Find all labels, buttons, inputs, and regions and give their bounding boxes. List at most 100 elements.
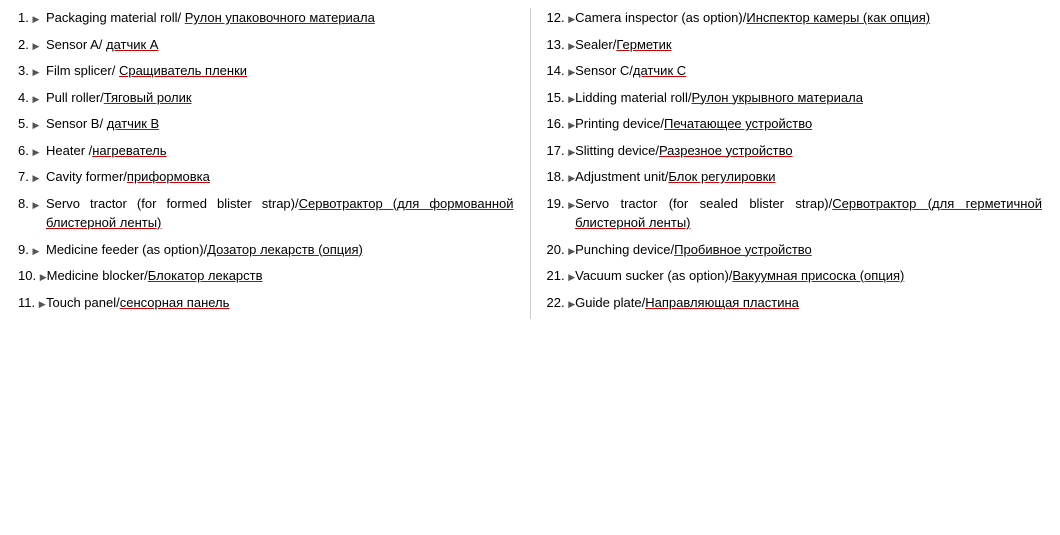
item-ru-text: Герметик <box>616 37 671 52</box>
item-content: Lidding material roll/Рулон укрывного ма… <box>575 88 1042 108</box>
right-column: 12. ▶Camera inspector (as option)/Инспек… <box>531 8 1051 319</box>
item-en-text: Printing device/ <box>575 116 664 131</box>
item-en-text: Camera inspector (as option)/ <box>575 10 746 25</box>
list-item: 13. ▶Sealer/Герметик <box>547 35 1043 55</box>
list-item: 19. ▶Servo tractor (for sealed blister s… <box>547 194 1043 233</box>
item-ru-text: Рулон упаковочного материала <box>185 10 375 25</box>
item-number: 13. ▶ <box>547 35 576 55</box>
item-en-text: Medicine feeder (as option)/ <box>46 242 207 257</box>
item-en-text: Pull roller/ <box>46 90 104 105</box>
list-item: 15. ▶Lidding material roll/Рулон укрывно… <box>547 88 1043 108</box>
item-content: Sensor A/ датчик А <box>46 35 514 55</box>
item-number: 7. ▶ <box>18 167 46 187</box>
item-ru-text: Блок регулировки <box>668 169 775 184</box>
item-ru-text: Печатающее устройство <box>664 116 812 131</box>
item-en-text: Servo tractor (for sealed blister strap)… <box>575 196 832 211</box>
item-en-text: Lidding material roll/ <box>575 90 691 105</box>
left-column: 1. ▶Packaging material roll/ Рулон упако… <box>10 8 531 319</box>
item-ru-text: Дозатор лекарств (опция) <box>207 242 363 257</box>
item-ru-text: датчик В <box>107 116 160 131</box>
item-number: 1. ▶ <box>18 8 46 28</box>
list-item: 16. ▶Printing device/Печатающее устройст… <box>547 114 1043 134</box>
item-content: Sensor B/ датчик В <box>46 114 514 134</box>
item-content: Punching device/Пробивное устройство <box>575 240 1042 260</box>
list-item: 20. ▶Punching device/Пробивное устройств… <box>547 240 1043 260</box>
item-number: 14. ▶ <box>547 61 576 81</box>
list-item: 11. ▶Touch panel/сенсорная панель <box>18 293 514 313</box>
list-item: 4. ▶Pull roller/Тяговый ролик <box>18 88 514 108</box>
item-ru-text: сенсорная панель <box>120 295 230 310</box>
item-number: 19. ▶ <box>547 194 576 214</box>
item-ru-text: датчик С <box>633 63 686 78</box>
item-ru-text: Вакуумная присоска (опция) <box>732 268 904 283</box>
item-content: Touch panel/сенсорная панель <box>46 293 514 313</box>
item-number: 8. ▶ <box>18 194 46 214</box>
item-en-text: Punching device/ <box>575 242 674 257</box>
item-ru-text: Рулон укрывного материала <box>691 90 862 105</box>
list-item: 10. ▶Medicine blocker/Блокатор лекарств <box>18 266 514 286</box>
item-en-text: Heater / <box>46 143 92 158</box>
item-ru-text: нагреватель <box>92 143 166 158</box>
item-number: 17. ▶ <box>547 141 576 161</box>
item-content: Cavity former/приформовка <box>46 167 514 187</box>
item-content: Camera inspector (as option)/Инспектор к… <box>575 8 1042 28</box>
item-content: Printing device/Печатающее устройство <box>575 114 1042 134</box>
list-item: 22. ▶Guide plate/Направляющая пластина <box>547 293 1043 313</box>
item-en-text: Servo tractor (for formed blister strap)… <box>46 196 299 211</box>
item-content: Packaging material roll/ Рулон упаковочн… <box>46 8 514 28</box>
item-number: 15. ▶ <box>547 88 576 108</box>
item-ru-text: датчик А <box>106 37 159 52</box>
item-ru-text: Разрезное устройство <box>659 143 793 158</box>
list-item: 3. ▶Film splicer/ Сращиватель пленки <box>18 61 514 81</box>
item-number: 18. ▶ <box>547 167 576 187</box>
item-ru-text: Сращиватель пленки <box>119 63 247 78</box>
item-en-text: Adjustment unit/ <box>575 169 668 184</box>
item-ru-text: Пробивное устройство <box>674 242 812 257</box>
item-content: Medicine feeder (as option)/Дозатор лека… <box>46 240 514 260</box>
list-item: 18. ▶Adjustment unit/Блок регулировки <box>547 167 1043 187</box>
item-content: Vacuum sucker (as option)/Вакуумная прис… <box>575 266 1042 286</box>
item-number: 21. ▶ <box>547 266 576 286</box>
item-number: 16. ▶ <box>547 114 576 134</box>
item-content: Guide plate/Направляющая пластина <box>575 293 1042 313</box>
item-number: 2. ▶ <box>18 35 46 55</box>
item-content: Sealer/Герметик <box>575 35 1042 55</box>
item-ru-text: приформовка <box>127 169 210 184</box>
item-number: 6. ▶ <box>18 141 46 161</box>
item-number: 12. ▶ <box>547 8 576 28</box>
item-en-text: Sensor A/ <box>46 37 106 52</box>
item-en-text: Vacuum sucker (as option)/ <box>575 268 732 283</box>
item-number: 3. ▶ <box>18 61 46 81</box>
item-en-text: Touch panel/ <box>46 295 120 310</box>
item-ru-text: Блокатор лекарств <box>148 268 263 283</box>
item-ru-text: Инспектор камеры (как опция) <box>746 10 930 25</box>
item-content: Adjustment unit/Блок регулировки <box>575 167 1042 187</box>
list-item: 21. ▶Vacuum sucker (as option)/Вакуумная… <box>547 266 1043 286</box>
item-en-text: Medicine blocker/ <box>47 268 148 283</box>
item-content: Slitting device/Разрезное устройство <box>575 141 1042 161</box>
item-ru-text: Направляющая пластина <box>645 295 799 310</box>
item-number: 10. ▶ <box>18 266 47 286</box>
item-number: 22. ▶ <box>547 293 576 313</box>
item-number: 20. ▶ <box>547 240 576 260</box>
item-en-text: Film splicer/ <box>46 63 119 78</box>
list-item: 7. ▶Cavity former/приформовка <box>18 167 514 187</box>
list-item: 14. ▶Sensor C/датчик С <box>547 61 1043 81</box>
item-number: 5. ▶ <box>18 114 46 134</box>
item-en-text: Guide plate/ <box>575 295 645 310</box>
item-number: 4. ▶ <box>18 88 46 108</box>
main-container: 1. ▶Packaging material roll/ Рулон упако… <box>0 0 1060 327</box>
list-item: 12. ▶Camera inspector (as option)/Инспек… <box>547 8 1043 28</box>
list-item: 5. ▶Sensor B/ датчик В <box>18 114 514 134</box>
list-item: 8. ▶Servo tractor (for formed blister st… <box>18 194 514 233</box>
list-item: 2. ▶Sensor A/ датчик А <box>18 35 514 55</box>
list-item: 9. ▶Medicine feeder (as option)/Дозатор … <box>18 240 514 260</box>
item-number: 11. ▶ <box>18 293 46 313</box>
item-content: Servo tractor (for sealed blister strap)… <box>575 194 1042 233</box>
item-en-text: Slitting device/ <box>575 143 659 158</box>
item-en-text: Sensor C/ <box>575 63 633 78</box>
list-item: 6. ▶Heater /нагреватель <box>18 141 514 161</box>
item-content: Heater /нагреватель <box>46 141 514 161</box>
item-content: Medicine blocker/Блокатор лекарств <box>47 266 514 286</box>
list-item: 17. ▶Slitting device/Разрезное устройств… <box>547 141 1043 161</box>
